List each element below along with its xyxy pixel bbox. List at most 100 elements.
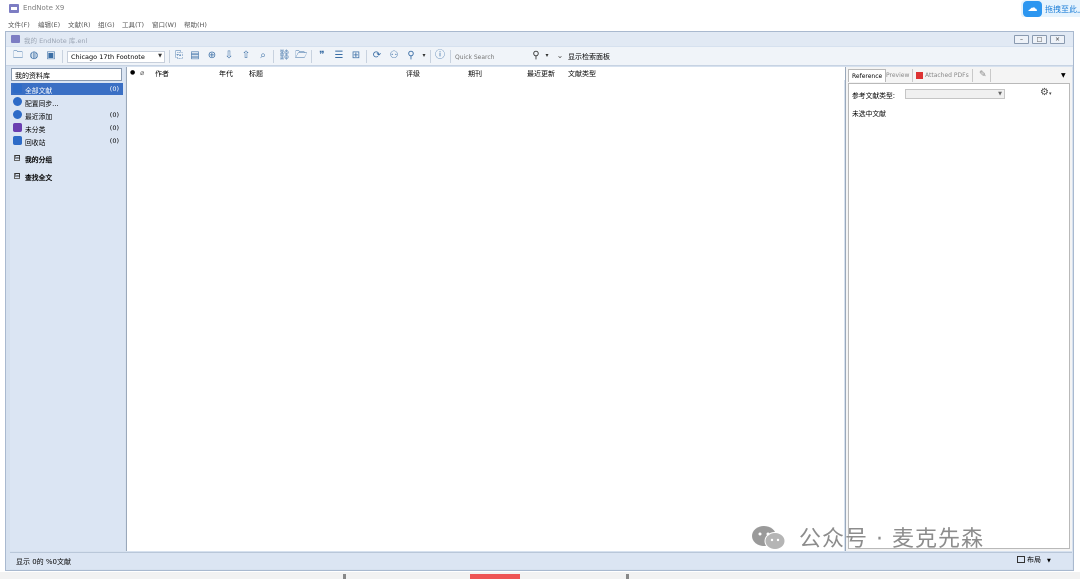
tab-attached-pdfs[interactable]: Attached PDFs <box>914 69 973 82</box>
library-window: 我的 EndNote 库.enl – □ × 🗀 ◍ ▣ Chicago 17t… <box>5 31 1074 571</box>
tab-preview[interactable]: Preview <box>883 69 914 82</box>
insert-citation-icon[interactable]: ❞ <box>316 50 328 62</box>
column-reference-type[interactable]: 文献类型 <box>568 69 596 79</box>
reference-panel-tabs: Reference Preview Attached PDFs ✎ ▼ <box>846 69 1073 82</box>
menu-tools[interactable]: 工具(T) <box>122 19 144 29</box>
integrated-library-mode-icon[interactable]: ▣ <box>45 50 57 62</box>
paperclip-icon[interactable]: ✎ <box>976 69 991 82</box>
read-status-icon[interactable]: ● <box>130 69 135 76</box>
taskbar-divider <box>626 574 629 579</box>
panel-menu-arrow[interactable]: ▼ <box>1058 69 1069 82</box>
tab-attached-pdfs-label: Attached PDFs <box>925 72 969 79</box>
group-trash[interactable]: 回收站 (0) <box>11 135 123 147</box>
chevron-down-icon: ▼ <box>998 91 1002 97</box>
menu-window[interactable]: 窗口(W) <box>152 19 177 29</box>
sync-icon <box>13 97 22 106</box>
online-search-mode-icon[interactable]: ◍ <box>28 50 40 62</box>
export-icon[interactable]: ⇧ <box>240 50 252 62</box>
menu-references[interactable]: 文献(R) <box>68 19 91 29</box>
open-file-icon[interactable]: 🗁 <box>295 50 307 62</box>
layout-icon <box>1017 556 1025 563</box>
group-unfiled[interactable]: 未分类 (0) <box>11 122 123 134</box>
toolbar-separator <box>430 50 431 63</box>
reference-type-select[interactable]: ▼ <box>905 89 1005 99</box>
gear-icon[interactable]: ⚙▾ <box>1040 87 1051 98</box>
online-search-icon[interactable]: ⊕ <box>206 50 218 62</box>
new-reference-icon[interactable]: ⎘ <box>173 50 185 62</box>
column-author[interactable]: 作者 <box>155 69 169 79</box>
sync-icon[interactable]: ⟳ <box>371 50 383 62</box>
status-text: 显示 0的 %0文献 <box>16 558 72 566</box>
collapse-icon[interactable]: ⊟ <box>14 155 20 161</box>
group-count: (0) <box>109 85 119 93</box>
column-journal[interactable]: 期刊 <box>468 69 482 79</box>
group-count: (0) <box>109 137 119 145</box>
toolbar-separator <box>273 50 274 63</box>
group-recently-added[interactable]: 最近添加 (0) <box>11 109 123 121</box>
menu-edit[interactable]: 编辑(E) <box>38 19 60 29</box>
collapse-icon[interactable]: ⊟ <box>14 173 20 179</box>
library-header[interactable]: 我的资料库 <box>11 68 122 81</box>
taskbar-item[interactable] <box>470 574 520 579</box>
find-people-icon[interactable]: ⚲ <box>405 50 417 62</box>
manuscript-matcher-icon[interactable]: ⊞ <box>350 50 362 62</box>
edit-reference-icon[interactable]: ▤ <box>189 50 201 62</box>
chevron-down-icon: ▼ <box>158 53 162 59</box>
wechat-logo-icon <box>752 526 786 550</box>
output-style-select[interactable]: Chicago 17th Footnote ▼ <box>67 51 165 63</box>
tab-reference[interactable]: Reference <box>848 69 887 82</box>
cloud-icon: ☁ <box>1023 1 1042 17</box>
close-button[interactable]: × <box>1050 35 1065 44</box>
layout-label: 布局 <box>1027 556 1041 564</box>
column-title[interactable]: 标题 <box>249 69 263 79</box>
help-icon[interactable]: ⓘ <box>434 50 446 62</box>
section-my-groups[interactable]: ⊟ 我的分组 <box>11 152 123 164</box>
toolbar-separator <box>62 50 63 63</box>
double-chevron-down-icon[interactable]: ⌄ <box>554 50 566 62</box>
chevron-down-icon[interactable]: ▾ <box>418 50 430 62</box>
section-find-full-text[interactable]: ⊟ 查找全文 <box>11 170 123 182</box>
section-label: 我的分组 <box>25 156 53 164</box>
column-year[interactable]: 年代 <box>219 69 233 79</box>
drag-upload-badge[interactable]: ☁ 拖拽至此上 <box>1021 0 1080 18</box>
endnote-app-icon <box>9 4 19 13</box>
taskbar-strip <box>0 572 1080 579</box>
maximize-button[interactable]: □ <box>1032 35 1047 44</box>
format-bibliography-icon[interactable]: ☰ <box>333 50 345 62</box>
local-library-mode-icon[interactable]: 🗀 <box>12 50 24 62</box>
group-configure-sync[interactable]: 配置同步... <box>11 96 123 108</box>
minimize-button[interactable]: – <box>1014 35 1029 44</box>
pdf-icon <box>916 72 923 79</box>
find-full-text-icon[interactable]: ⌕ <box>257 50 269 62</box>
chevron-down-icon[interactable]: ▾ <box>541 50 553 62</box>
share-icon[interactable]: ⚇ <box>388 50 400 62</box>
section-label: 查找全文 <box>25 174 53 182</box>
column-last-updated[interactable]: 最近更新 <box>527 69 555 79</box>
drag-upload-text: 拖拽至此上 <box>1045 5 1080 14</box>
toolbar-separator <box>169 50 170 63</box>
taskbar-divider <box>343 574 346 579</box>
layout-button[interactable]: 布局 ▼ <box>1017 555 1051 565</box>
group-all-references[interactable]: 全部文献 (0) <box>11 83 123 95</box>
groups-panel: 我的资料库 全部文献 (0) 配置同步... 最近添加 (0) 未分类 (0) <box>10 67 125 551</box>
show-search-panel-button[interactable]: 显示检索面板 <box>568 52 610 62</box>
menu-file[interactable]: 文件(F) <box>8 19 30 29</box>
reference-list[interactable]: ● ⌀ 作者 年代 标题 评级 期刊 最近更新 文献类型 <box>126 67 845 551</box>
library-icon <box>11 35 20 43</box>
column-rating[interactable]: 评级 <box>406 69 420 79</box>
output-style-value: Chicago 17th Footnote <box>71 53 145 61</box>
toolbar-separator <box>366 50 367 63</box>
reference-panel: Reference Preview Attached PDFs ✎ ▼ 参考文献… <box>845 67 1072 551</box>
quick-search-field[interactable] <box>455 51 535 63</box>
quick-search-input[interactable] <box>455 51 535 63</box>
import-icon[interactable]: ⇩ <box>223 50 235 62</box>
open-link-icon[interactable]: ⛓ <box>278 50 291 62</box>
group-label: 回收站 <box>25 139 46 147</box>
book-icon <box>13 84 22 93</box>
attachment-icon[interactable]: ⌀ <box>140 69 144 77</box>
reference-type-label: 参考文献类型: <box>852 92 896 100</box>
menu-help[interactable]: 帮助(H) <box>184 19 207 29</box>
toolbar-separator <box>450 50 451 63</box>
menu-groups[interactable]: 组(G) <box>98 19 115 29</box>
status-bar: 显示 0的 %0文献 布局 ▼ <box>10 552 1072 569</box>
